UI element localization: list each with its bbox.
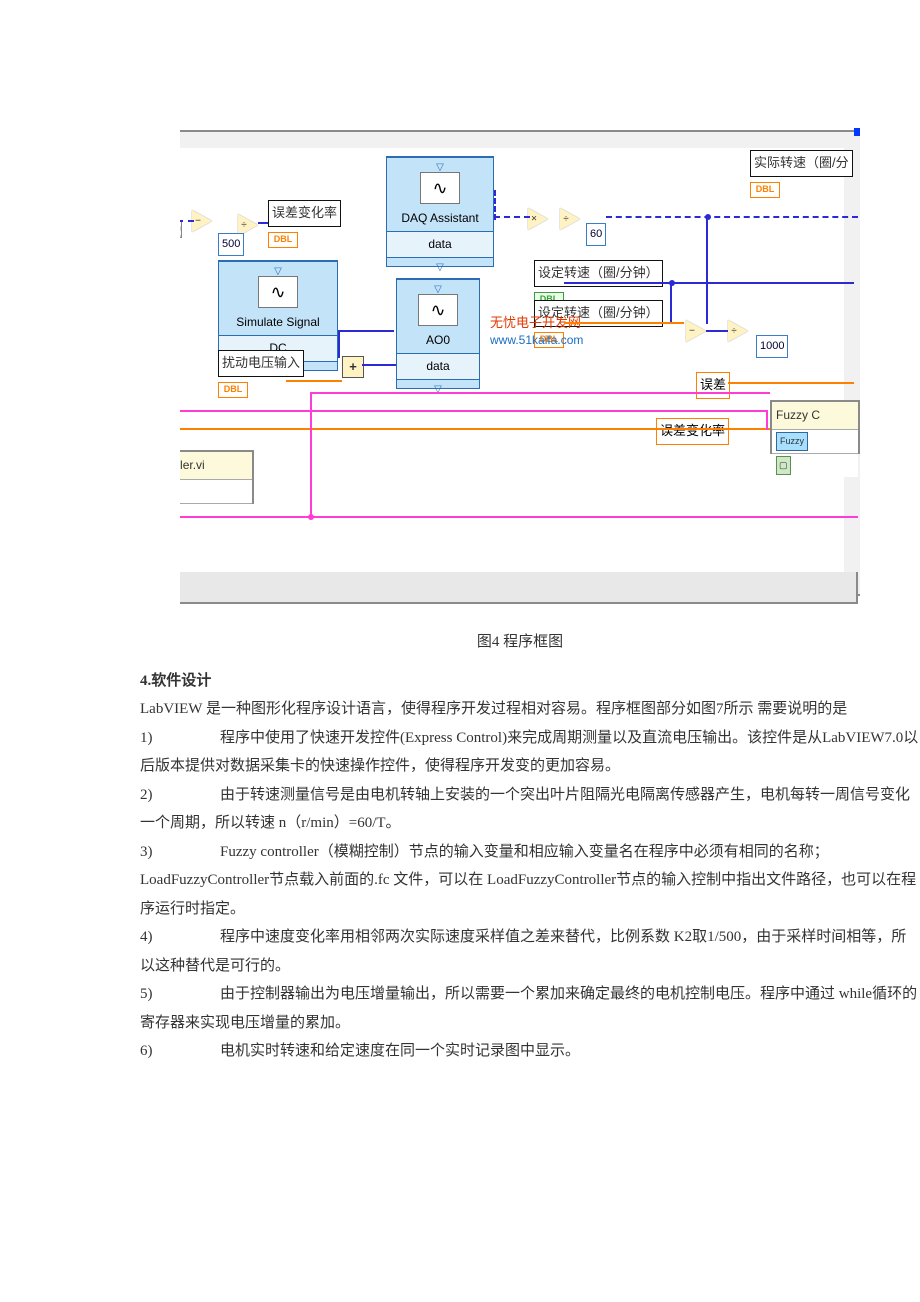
dbl-terminal-icon: DBL [218,382,248,398]
indicator-disturb-voltage: 扰动电压输入 DBL [218,350,304,399]
feedback-node [180,220,182,238]
watermark: 无忧电子开发网 www.51kaifa.com [490,315,583,349]
list-item: 3)Fuzzy controller（模糊控制）节点的输入变量和相应输入变量名在… [140,838,920,924]
item-text: 由于控制器输出为电压增量输出，所以需要一个累加来确定最终的电机控制电压。程序中通… [140,986,917,1031]
list-item: 2)由于转速测量信号是由电机转轴上安装的一个突出叶片阻隔光电隔离传感器产生，电机… [140,781,920,838]
daq-icon: ∿ [420,172,460,204]
daq-assistant-node: ▽ ∿ DAQ Assistant data ▽ [386,156,494,267]
constant-500: 500 [218,233,244,256]
figure-4-diagram: ▲ ▼ − ÷ 500 误差变化率 DBL ▽ ∿ DAQ Assistant [180,120,860,620]
constant-60: 60 [586,223,606,246]
load-fuzzy-controller-node: Load Fuzzy Controller.vi Fuzzy ▦◨ [180,450,254,504]
item-text: 电机实时转速和给定速度在同一个实时记录图中显示。 [220,1043,580,1059]
list-item: 5)由于控制器输出为电压增量输出，所以需要一个累加来确定最终的电机控制电压。程序… [140,980,920,1037]
list-item: 6)电机实时转速和给定速度在同一个实时记录图中显示。 [140,1037,920,1066]
item-number: 3) [140,838,220,867]
item-number: 1) [140,724,220,753]
fuzzy-chip-icon: Fuzzy [776,432,808,451]
item-text: 程序中使用了快速开发控件(Express Control)来完成周期测量以及直流… [140,730,918,775]
intro-paragraph: LabVIEW 是一种图形化程序设计语言，使得程序开发过程相对容易。程序框图部分… [140,695,920,724]
fuzzy-controller-node: Fuzzy C Fuzzy ▢ [770,400,860,454]
list-item: 4)程序中速度变化率用相邻两次实际速度采样值之差来替代，比例系数 K2取1/50… [140,923,920,980]
indicator-error-rate-2: 误差变化率 [656,418,729,445]
ao-node: ▽ ∿ AO0 data ▽ [396,278,480,389]
figure-caption: 图4 程序框图 [180,628,860,657]
item-text: Fuzzy controller（模糊控制）节点的输入变量和相应输入变量名在程序… [140,844,916,917]
outer-frame-bottom [180,572,858,604]
list-item: 1)程序中使用了快速开发控件(Express Control)来完成周期测量以及… [140,724,920,781]
add-node: + [342,356,364,378]
constant-1000: 1000 [756,335,788,358]
item-number: 5) [140,980,220,1009]
item-number: 2) [140,781,220,810]
item-number: 4) [140,923,220,952]
indicator-actual-speed: 实际转速（圈/分 DBL [750,150,853,199]
dbl-terminal-icon: DBL [268,232,298,248]
ao-icon: ∿ [418,294,458,326]
output-chip-icon: ▢ [776,456,791,475]
item-text: 程序中速度变化率用相邻两次实际速度采样值之差来替代，比例系数 K2取1/500，… [140,929,906,974]
corner-dot [854,128,860,136]
item-number: 6) [140,1037,220,1066]
section-title: 4.软件设计 [140,667,920,696]
dbl-terminal-icon: DBL [750,182,780,198]
sim-icon: ∿ [258,276,298,308]
indicator-error-rate: 误差变化率 DBL [268,200,341,249]
indicator-error: 误差 [696,372,730,399]
item-text: 由于转速测量信号是由电机转轴上安装的一个突出叶片阻隔光电隔离传感器产生，电机每转… [140,787,910,832]
